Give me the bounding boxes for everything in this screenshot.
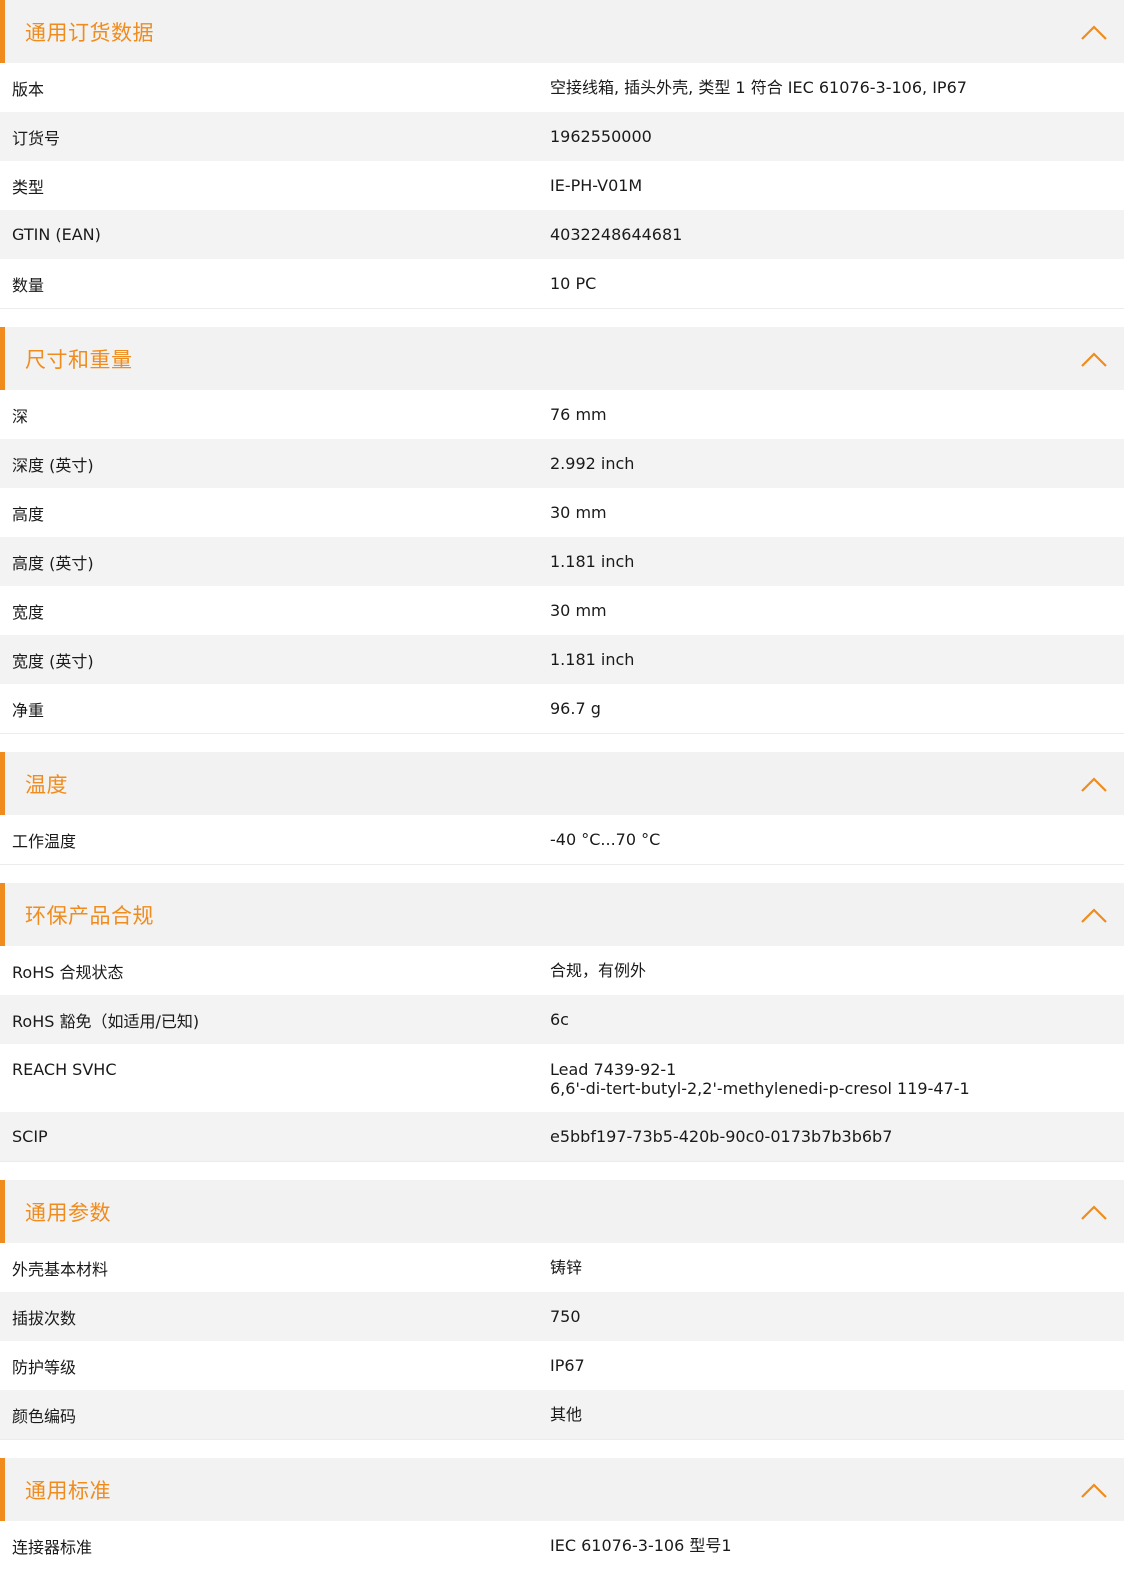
table-row: 连接器标准 IEC 61076-3-106 型号1 [0, 1521, 1124, 1570]
section-title: 通用订货数据 [25, 20, 154, 45]
row-label: 数量 [12, 275, 45, 295]
row-value: 30 mm [550, 601, 607, 620]
section-gap [0, 734, 1124, 752]
row-label: 防护等级 [12, 1357, 77, 1377]
section-environmental-compliance: 环保产品合规 RoHS 合规状态 合规，有例外 RoHS 豁免（如适用/已知) … [0, 883, 1124, 1162]
chevron-up-icon[interactable] [1080, 1481, 1108, 1499]
row-label: 深度 (英寸) [12, 455, 94, 475]
section-header[interactable]: 通用订货数据 [0, 0, 1124, 63]
table-row: 类型 IE-PH-V01M [0, 161, 1124, 210]
chevron-up-icon[interactable] [1080, 906, 1108, 924]
table-row: RoHS 豁免（如适用/已知) 6c [0, 995, 1124, 1044]
section-gap [0, 1162, 1124, 1180]
row-label: 版本 [12, 79, 45, 99]
row-value: IEC 61076-3-106 型号1 [550, 1536, 732, 1555]
row-label: 净重 [12, 700, 45, 720]
table-row: REACH SVHC Lead 7439-92-1 6,6'-di-tert-b… [0, 1044, 1124, 1112]
row-label: RoHS 豁免（如适用/已知) [12, 1011, 200, 1031]
table-row: 深 76 mm [0, 390, 1124, 439]
row-value: 合规，有例外 [550, 961, 647, 980]
table-row: 插拔次数 750 [0, 1292, 1124, 1341]
table-row: 净重 96.7 g [0, 684, 1124, 733]
row-label: 连接器标准 [12, 1537, 93, 1557]
row-label: RoHS 合规状态 [12, 962, 124, 982]
row-label: 高度 (英寸) [12, 553, 94, 573]
chevron-up-icon[interactable] [1080, 1203, 1108, 1221]
section-temperature: 温度 工作温度 -40 °C...70 °C [0, 752, 1124, 865]
section-general-standards: 通用标准 连接器标准 IEC 61076-3-106 型号1 [0, 1458, 1124, 1570]
table-row: 宽度 30 mm [0, 586, 1124, 635]
section-header[interactable]: 通用参数 [0, 1180, 1124, 1243]
table-row: 外壳基本材料 铸锌 [0, 1243, 1124, 1292]
row-value: -40 °C...70 °C [550, 830, 661, 849]
row-label: 工作温度 [12, 831, 77, 851]
row-value: Lead 7439-92-1 6,6'-di-tert-butyl-2,2'-m… [538, 1060, 1124, 1098]
row-label: 宽度 (英寸) [12, 651, 94, 671]
row-label: 类型 [12, 177, 45, 197]
section-header[interactable]: 尺寸和重量 [0, 327, 1124, 390]
row-value: 6c [550, 1010, 569, 1029]
product-spec-page: 通用订货数据 版本 空接线箱, 插头外壳, 类型 1 符合 IEC 61076-… [0, 0, 1124, 1570]
table-row: GTIN (EAN) 4032248644681 [0, 210, 1124, 259]
section-gap [0, 865, 1124, 883]
section-title: 温度 [25, 772, 68, 797]
row-label: 高度 [12, 504, 45, 524]
row-value: 1.181 inch [550, 650, 635, 669]
section-title: 环保产品合规 [25, 903, 154, 928]
chevron-up-icon[interactable] [1080, 23, 1108, 41]
row-label: GTIN (EAN) [12, 225, 101, 244]
row-label: 深 [12, 406, 29, 426]
row-value: 其他 [550, 1405, 583, 1424]
table-row: 宽度 (英寸) 1.181 inch [0, 635, 1124, 684]
section-header[interactable]: 环保产品合规 [0, 883, 1124, 946]
table-row: 高度 30 mm [0, 488, 1124, 537]
row-value: 10 PC [550, 274, 597, 293]
section-header[interactable]: 温度 [0, 752, 1124, 815]
row-value: 铸锌 [550, 1258, 583, 1277]
table-row: 防护等级 IP67 [0, 1341, 1124, 1390]
section-title: 通用标准 [25, 1478, 111, 1503]
row-value: 4032248644681 [550, 225, 683, 244]
row-label: 插拔次数 [12, 1308, 77, 1328]
row-label: 订货号 [12, 128, 61, 148]
section-title: 通用参数 [25, 1200, 111, 1225]
row-value: IE-PH-V01M [550, 176, 643, 195]
table-row: 深度 (英寸) 2.992 inch [0, 439, 1124, 488]
row-value: 30 mm [550, 503, 607, 522]
chevron-up-icon[interactable] [1080, 775, 1108, 793]
section-title: 尺寸和重量 [25, 347, 133, 372]
row-value: IP67 [550, 1356, 585, 1375]
table-row: 工作温度 -40 °C...70 °C [0, 815, 1124, 864]
row-value: 750 [550, 1307, 581, 1326]
section-header[interactable]: 通用标准 [0, 1458, 1124, 1521]
section-dimensions-weight: 尺寸和重量 深 76 mm 深度 (英寸) 2.992 inch 高度 30 m… [0, 327, 1124, 734]
row-value: 1962550000 [550, 127, 652, 146]
row-label: 宽度 [12, 602, 45, 622]
table-row: 颜色编码 其他 [0, 1390, 1124, 1439]
row-label: 颜色编码 [12, 1406, 77, 1426]
row-value: 96.7 g [550, 699, 601, 718]
table-row: 高度 (英寸) 1.181 inch [0, 537, 1124, 586]
table-row: 订货号 1962550000 [0, 112, 1124, 161]
section-general-ordering-data: 通用订货数据 版本 空接线箱, 插头外壳, 类型 1 符合 IEC 61076-… [0, 0, 1124, 309]
row-value: 1.181 inch [550, 552, 635, 571]
table-row: 版本 空接线箱, 插头外壳, 类型 1 符合 IEC 61076-3-106, … [0, 63, 1124, 112]
chevron-up-icon[interactable] [1080, 350, 1108, 368]
row-label: SCIP [12, 1127, 48, 1146]
row-value: e5bbf197-73b5-420b-90c0-0173b7b3b6b7 [550, 1127, 893, 1146]
table-row: 数量 10 PC [0, 259, 1124, 308]
row-value: 76 mm [550, 405, 607, 424]
table-row: RoHS 合规状态 合规，有例外 [0, 946, 1124, 995]
row-label: 外壳基本材料 [12, 1259, 109, 1279]
row-value: 空接线箱, 插头外壳, 类型 1 符合 IEC 61076-3-106, IP6… [550, 78, 967, 97]
table-row: SCIP e5bbf197-73b5-420b-90c0-0173b7b3b6b… [0, 1112, 1124, 1161]
svhc-line-1: Lead 7439-92-1 [550, 1060, 677, 1079]
row-value: 2.992 inch [550, 454, 635, 473]
row-label: REACH SVHC [12, 1060, 117, 1079]
section-gap [0, 1440, 1124, 1458]
section-gap [0, 309, 1124, 327]
svhc-line-2: 6,6'-di-tert-butyl-2,2'-methylenedi-p-cr… [550, 1079, 970, 1098]
section-general-parameters: 通用参数 外壳基本材料 铸锌 插拔次数 750 防护等级 IP67 颜色编码 其… [0, 1180, 1124, 1440]
